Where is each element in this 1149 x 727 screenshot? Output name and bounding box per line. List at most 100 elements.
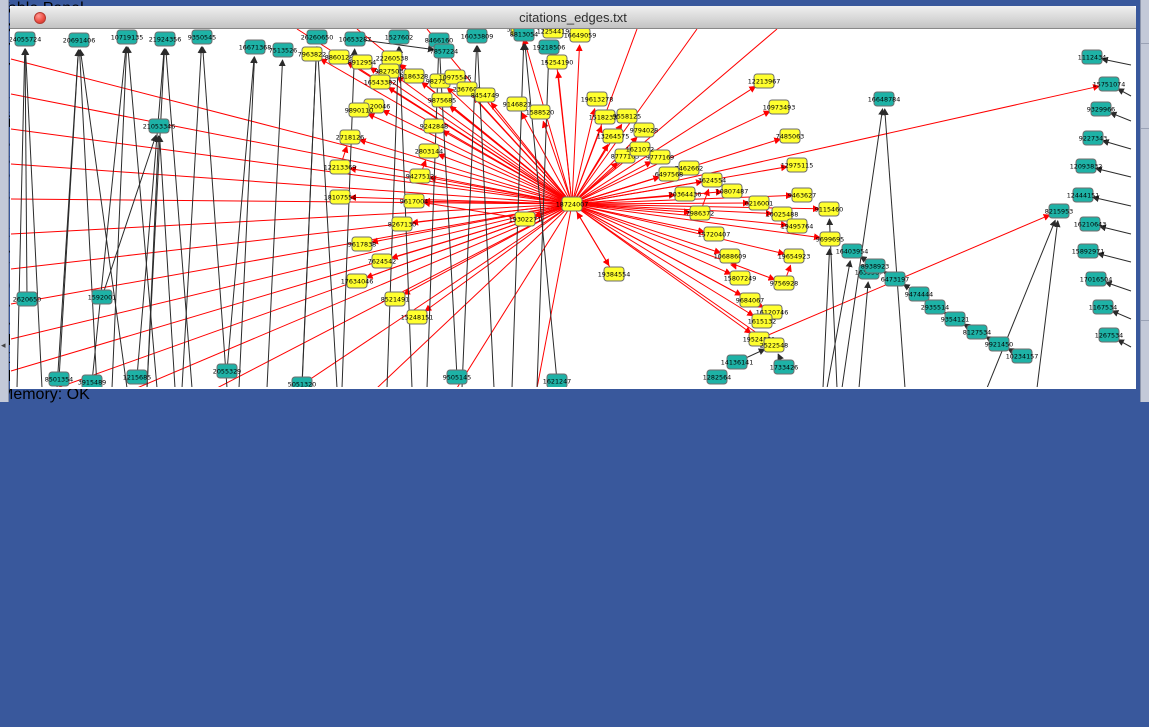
graph-node[interactable]: 17016504 — [1080, 272, 1113, 286]
graph-node[interactable]: 8186328 — [400, 69, 428, 83]
graph-node-label: 2935514 — [921, 303, 949, 311]
graph-node[interactable]: 10234157 — [1006, 349, 1039, 363]
graph-node[interactable]: 20691406 — [63, 33, 96, 47]
graph-node[interactable]: 1112434 — [1078, 50, 1106, 64]
window-titlebar[interactable]: citations_edges.txt — [10, 6, 1136, 29]
graph-node-label: 19384554 — [598, 270, 631, 278]
graph-node-label: 16403954 — [836, 247, 869, 255]
graph-node[interactable]: 8521491 — [381, 292, 409, 306]
graph-node[interactable]: 19384554 — [598, 267, 631, 281]
graph-node[interactable]: 24055724 — [10, 32, 41, 46]
graph-node[interactable]: 3915489 — [78, 375, 106, 387]
network-canvas[interactable]: 1872400779638228860128891295422260538982… — [10, 29, 1136, 392]
graph-node[interactable]: 9890110 — [345, 103, 373, 117]
graph-node[interactable]: 16033809 — [461, 29, 494, 43]
citation-network-graph[interactable]: 1872400779638228860128891295422260538982… — [10, 29, 1134, 387]
graph-node[interactable]: 10688609 — [714, 249, 747, 263]
graph-node[interactable]: 1621247 — [543, 374, 571, 387]
graph-node-label: 9890110 — [345, 106, 373, 114]
graph-node[interactable]: 9921450 — [985, 337, 1013, 351]
graph-node[interactable]: 9875685 — [428, 93, 456, 107]
graph-node[interactable]: 8127534 — [963, 325, 991, 339]
graph-node[interactable]: 9684067 — [736, 293, 764, 307]
graph-node[interactable]: 7485063 — [776, 129, 804, 143]
graph-node[interactable]: 16648784 — [868, 92, 901, 106]
graph-node[interactable]: 22260538 — [376, 51, 409, 65]
graph-node[interactable]: 9617838 — [348, 237, 376, 251]
graph-node[interactable]: 9354121 — [941, 312, 969, 326]
graph-node[interactable]: 19613278 — [581, 92, 614, 106]
graph-node[interactable]: 9699695 — [816, 232, 844, 246]
graph-node[interactable]: 19654923 — [778, 249, 811, 263]
graph-node[interactable]: 15248151 — [401, 310, 434, 324]
graph-node[interactable]: 6497568 — [655, 167, 683, 181]
graph-node[interactable]: 9227343 — [1079, 131, 1107, 145]
graph-node[interactable]: 1588520 — [526, 105, 554, 119]
graph-node[interactable]: 9558125 — [613, 109, 641, 123]
graph-node[interactable]: 9427512 — [406, 169, 434, 183]
graph-node[interactable]: 15254190 — [541, 55, 574, 69]
graph-node[interactable]: 10653287 — [339, 32, 372, 46]
graph-node[interactable]: 15892971 — [1072, 244, 1105, 258]
graph-node[interactable]: 7986372 — [686, 206, 714, 220]
graph-node[interactable]: 8454749 — [471, 88, 499, 102]
left-collapsed-panel-strip[interactable]: ◂ — [0, 0, 9, 402]
graph-node[interactable]: 2522548 — [760, 338, 788, 352]
graph-node[interactable]: 16403954 — [836, 244, 869, 258]
graph-node[interactable]: 12975115 — [781, 158, 814, 172]
graph-node[interactable]: 21924356 — [149, 32, 182, 46]
graph-node[interactable]: 12213967 — [748, 74, 781, 88]
graph-node[interactable]: 6473197 — [881, 272, 909, 286]
graph-node[interactable]: 12093832 — [1070, 159, 1103, 173]
graph-node[interactable]: 9617004 — [400, 194, 428, 208]
graph-node[interactable]: 16649059 — [564, 29, 597, 42]
graph-node[interactable]: 2055329 — [213, 364, 241, 378]
graph-node[interactable]: 15720407 — [698, 227, 731, 241]
application-root: ◂ citations_edges.txt — [0, 0, 1149, 727]
graph-node[interactable]: 1527602 — [385, 30, 413, 44]
graph-node[interactable]: 2620650 — [13, 292, 41, 306]
graph-node[interactable]: 7857224 — [430, 44, 458, 58]
graph-node[interactable]: 2935514 — [921, 300, 949, 314]
graph-node[interactable]: 7963822 — [298, 47, 326, 61]
graph-node[interactable]: 8215953 — [1045, 204, 1073, 218]
graph-node[interactable]: 1282564 — [703, 370, 731, 384]
graph-node[interactable]: 9463627 — [788, 188, 816, 202]
graph-node[interactable]: 7513526 — [269, 43, 297, 57]
graph-node[interactable]: 26260650 — [301, 30, 334, 44]
graph-node[interactable]: 8501354 — [45, 372, 73, 386]
graph-node[interactable]: 5051320 — [288, 377, 316, 387]
graph-node[interactable]: 2718126 — [336, 130, 364, 144]
graph-node[interactable]: 1267534 — [1095, 328, 1123, 342]
graph-node[interactable]: 8938923 — [861, 259, 889, 273]
graph-node[interactable]: 19218506 — [533, 40, 566, 54]
graph-node[interactable]: 9794028 — [630, 123, 658, 137]
graph-node[interactable]: 1592001 — [88, 290, 116, 304]
graph-node[interactable]: 8813054 — [510, 29, 538, 41]
graph-node[interactable]: 10719135 — [111, 30, 144, 44]
graph-node[interactable]: 9350545 — [188, 30, 216, 44]
graph-node[interactable]: 12444151 — [1067, 188, 1100, 202]
graph-node[interactable]: 1615132 — [748, 314, 776, 328]
graph-node[interactable]: 8267130 — [388, 217, 416, 231]
graph-node[interactable]: 9756928 — [770, 276, 798, 290]
graph-node[interactable]: 9242848 — [420, 119, 448, 133]
graph-node[interactable]: 3624554 — [698, 173, 726, 187]
graph-node[interactable]: 16671368 — [239, 40, 272, 54]
graph-node[interactable]: 1621072 — [626, 142, 654, 156]
graph-node[interactable]: 16210643 — [1074, 217, 1107, 231]
right-collapsed-panel-strip[interactable] — [1140, 0, 1149, 402]
graph-node[interactable]: 1215685 — [123, 370, 151, 384]
graph-node[interactable]: 15751074 — [1093, 77, 1126, 91]
graph-node[interactable]: 8912954 — [348, 55, 376, 69]
graph-node[interactable]: 9329966 — [1087, 102, 1115, 116]
graph-node[interactable]: 1733426 — [770, 360, 798, 374]
graph-edge — [11, 94, 572, 204]
graph-node[interactable]: 2803144 — [415, 144, 443, 158]
graph-node[interactable]: 9505145 — [443, 370, 471, 384]
graph-node[interactable]: 1167534 — [1089, 300, 1117, 314]
graph-node[interactable]: 9474444 — [905, 287, 933, 301]
graph-node[interactable]: 7624542 — [368, 254, 396, 268]
graph-node[interactable]: 6216001 — [745, 196, 773, 210]
graph-node[interactable]: 9115460 — [815, 202, 843, 216]
